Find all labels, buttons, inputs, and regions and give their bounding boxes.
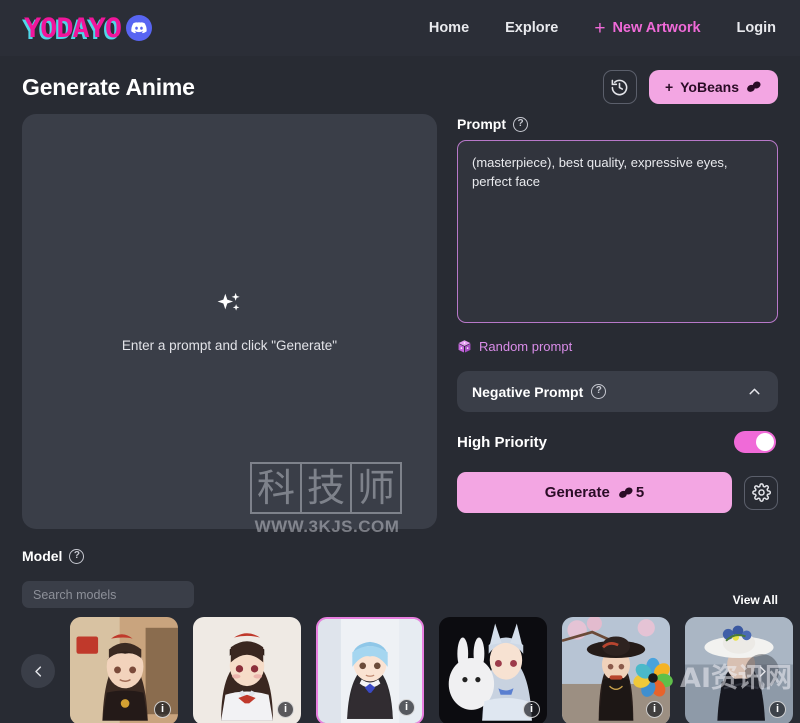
negative-prompt-section[interactable]: Negative Prompt ? [457,371,778,412]
model-help-icon[interactable]: ? [69,548,85,564]
generation-settings-button[interactable] [744,475,778,510]
nav-item-home[interactable]: Home [429,20,469,36]
model-carousel: i i i i i i [0,617,800,723]
main-content: Enter a prompt and click "Generate" Prom… [0,114,800,529]
yobeans-plus-icon: + [664,79,674,95]
discord-glyph [130,22,147,34]
search-models-input[interactable] [22,581,194,608]
carousel-next-button[interactable] [745,654,779,688]
generate-label: Generate [544,484,610,501]
bean-icon [618,487,633,498]
yobeans-button[interactable]: + YoBeans [648,70,778,104]
model-thumb-2[interactable]: i [193,617,301,723]
chevron-up-icon[interactable] [746,383,763,400]
random-prompt-button[interactable]: Random prompt [457,339,778,354]
preview-canvas[interactable]: Enter a prompt and click "Generate" [22,114,437,529]
generate-cost-value: 5 [635,484,645,501]
chevron-right-icon [759,665,766,677]
negative-prompt-help-icon[interactable]: ? [591,384,607,399]
model-thumb-3[interactable]: i [316,617,424,723]
logo-area[interactable]: YODAYO [24,15,152,42]
toggle-knob [756,433,774,451]
high-priority-row: High Priority [457,431,778,453]
model-thumb-1[interactable]: i [70,617,178,723]
model-thumb-4[interactable]: i [439,617,547,723]
thumb-info-badge[interactable]: i [277,701,294,718]
chevron-left-icon [34,665,41,677]
bean-icon [747,81,761,92]
main-nav: Home Explore + New Artwork Login [429,19,776,38]
history-icon [612,79,628,95]
nav-item-explore[interactable]: Explore [505,20,558,36]
thumb-info-badge[interactable]: i [646,701,663,718]
generate-row: Generate 5 [457,472,778,513]
canvas-placeholder-text: Enter a prompt and click "Generate" [121,338,338,353]
model-label-row: Model ? [22,548,778,564]
carousel-prev-button[interactable] [21,654,55,688]
yodayo-logo[interactable]: YODAYO [24,15,122,42]
prompt-label: Prompt [457,116,506,132]
sparkles-icon [217,292,240,311]
high-priority-label: High Priority [457,433,548,451]
plus-icon: + [594,17,606,39]
thumb-info-badge[interactable]: i [398,699,415,716]
page-title: Generate Anime [22,73,195,100]
yobeans-label: YoBeans [680,79,739,95]
high-priority-toggle[interactable] [734,431,776,453]
gear-icon [751,483,771,502]
prompt-label-row: Prompt ? [457,116,778,132]
generate-button[interactable]: Generate 5 [457,472,732,513]
dice-icon [458,340,471,353]
nav-item-new-artwork[interactable]: + New Artwork [594,19,700,38]
negative-prompt-label: Negative Prompt [472,383,584,400]
history-button[interactable] [602,70,637,104]
thumb-info-badge[interactable]: i [769,701,786,718]
random-prompt-label: Random prompt [479,339,573,354]
model-label: Model [22,548,63,564]
page-header: Generate Anime + YoBeans [0,56,800,114]
negative-prompt-label-row: Negative Prompt ? [472,383,607,400]
view-all-link[interactable]: View All [733,593,778,607]
thumb-info-badge[interactable]: i [523,701,540,718]
model-thumbnail-list: i i i i i i [22,617,793,723]
model-thumb-5[interactable]: i [562,617,670,723]
thumb-info-badge[interactable]: i [154,701,171,718]
nav-item-new-artwork-label: New Artwork [612,20,701,36]
generation-panel: Prompt ? Random prompt Negative Prompt ? [457,114,778,513]
discord-icon[interactable] [125,15,152,41]
prompt-input[interactable] [457,140,778,323]
generate-cost: 5 [618,484,644,501]
nav-item-login[interactable]: Login [737,20,776,36]
top-navigation-bar: YODAYO Home Explore + New Artwork Login [0,0,800,56]
prompt-help-icon[interactable]: ? [513,116,528,132]
header-actions: + YoBeans [602,70,778,104]
